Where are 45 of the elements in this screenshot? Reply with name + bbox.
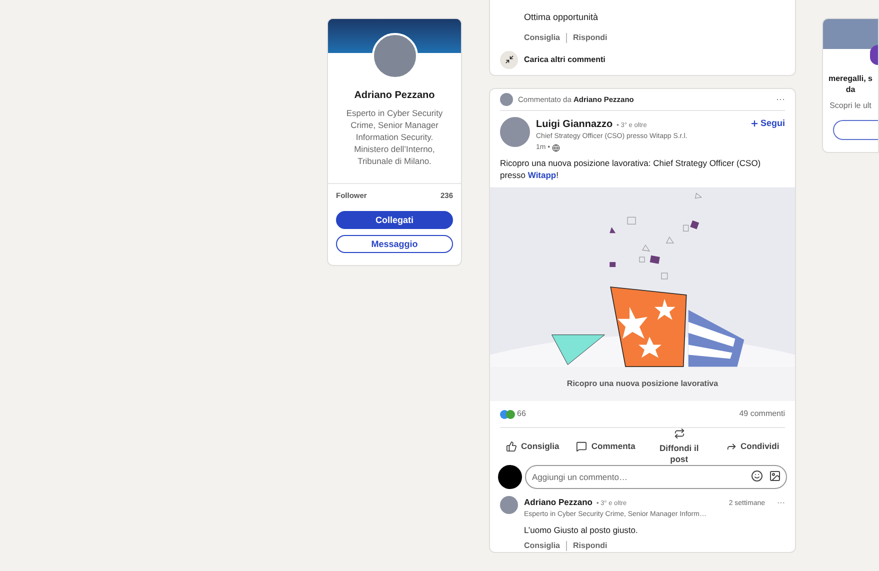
comment-text: Ottima opportunità xyxy=(524,11,600,24)
suggestion-title: meregalli, s xyxy=(828,73,873,84)
profile-headline: Esperto in Cyber Security Crime, Senior Manager Information Security. Ministero dell’Interno, Tribunale di Milano. xyxy=(345,107,444,167)
connect-button[interactable]: Collegati xyxy=(336,211,453,230)
thumbs-up-icon xyxy=(506,441,517,452)
commenter-name: Adriano Pezzano xyxy=(524,496,592,509)
post-action-button[interactable]: Commenta xyxy=(569,440,642,453)
more-options-button[interactable]: ··· xyxy=(776,92,785,106)
commenter-avatar xyxy=(500,92,513,106)
comment-action-link[interactable]: Consiglia xyxy=(524,540,560,552)
post-action-button[interactable]: Consiglia xyxy=(496,440,570,453)
profile-name: Adriano Pezzano xyxy=(353,89,436,103)
banner-photo xyxy=(823,19,878,49)
post-action-button[interactable]: Condividi xyxy=(716,440,789,453)
image-icon[interactable] xyxy=(769,470,781,482)
emoji-icon[interactable] xyxy=(751,470,763,482)
comments-count: 49 commenti xyxy=(739,408,785,420)
speech-bubble-icon xyxy=(576,441,588,452)
image-caption: Ricopro una nuova posizione lavorativa xyxy=(490,367,795,401)
globe-icon xyxy=(552,144,560,152)
user-avatar xyxy=(498,464,522,488)
commenter-avatar xyxy=(500,496,518,514)
post-text: Ricopro una nuova posizione lavorativa: Chief Strategy Officer (CSO) presso Witapp! xyxy=(499,157,762,181)
company-link[interactable]: Witapp xyxy=(528,170,556,180)
comment-action-link[interactable]: Consiglia xyxy=(524,32,560,44)
message-button[interactable]: Messaggio xyxy=(336,235,453,254)
comment-field[interactable]: Aggiungi un commento… xyxy=(525,465,787,489)
plus-icon xyxy=(750,119,760,128)
reactions-count: 66 xyxy=(517,408,526,420)
follow-button[interactable]: Segui xyxy=(750,117,785,130)
comment-action-link[interactable]: Rispondi xyxy=(573,32,608,44)
reaction-icons xyxy=(500,410,515,418)
suggestion-title: da xyxy=(846,84,856,95)
author-avatar xyxy=(500,117,530,147)
comment-action-link[interactable]: Rispondi xyxy=(573,540,608,552)
post-action-button[interactable]: Diffondi il post xyxy=(642,428,716,465)
more-options-button[interactable]: ··· xyxy=(777,497,785,509)
outline-button[interactable] xyxy=(833,120,878,140)
repost-icon xyxy=(674,428,685,439)
comment-text: L’uomo Giusto al posto giusto. xyxy=(524,524,639,537)
share-arrow-icon xyxy=(726,441,736,452)
author-name: Luigi Giannazzo xyxy=(536,118,613,132)
collapse-arrows-icon xyxy=(500,50,518,68)
suggestion-text: Scopri le ult xyxy=(830,100,872,112)
load-more-comments-button[interactable]: Carica altri commenti xyxy=(524,54,606,66)
